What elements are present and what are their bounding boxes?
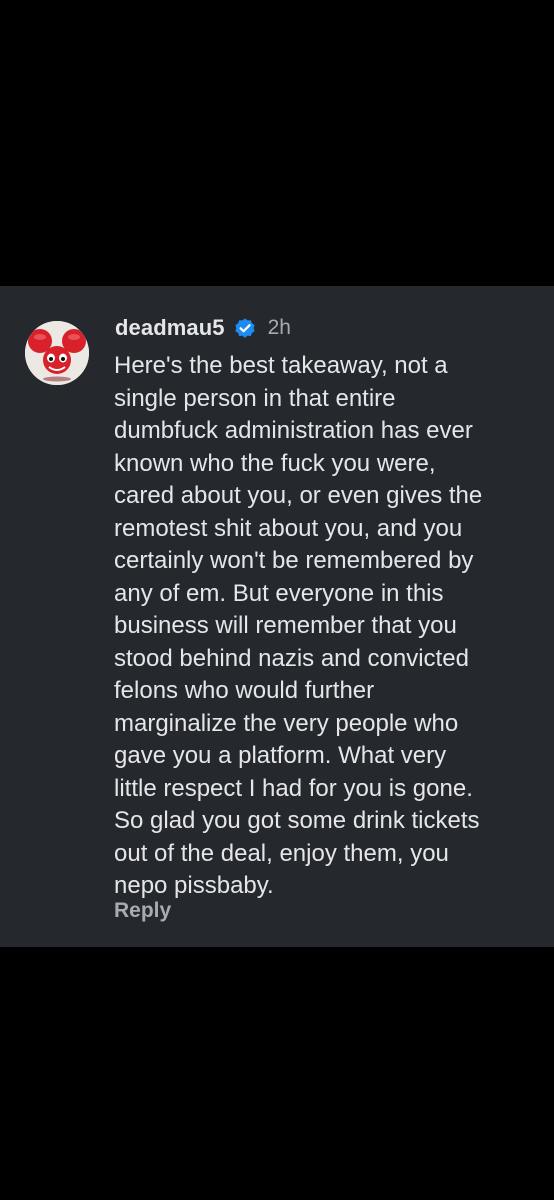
comment-text: Here's the best takeaway, not a single p… bbox=[114, 352, 483, 899]
screen: deadmau5 2h Here's the best takeaway, no… bbox=[0, 0, 554, 1200]
comment-header: deadmau5 2h bbox=[115, 311, 291, 345]
username[interactable]: deadmau5 bbox=[115, 315, 225, 341]
verified-badge-icon bbox=[233, 316, 257, 340]
comment-card: deadmau5 2h Here's the best takeaway, no… bbox=[0, 286, 554, 947]
mau5head-avatar-icon bbox=[25, 321, 89, 385]
reply-button[interactable]: Reply bbox=[114, 899, 171, 923]
avatar[interactable] bbox=[25, 321, 89, 385]
timestamp: 2h bbox=[267, 316, 291, 339]
